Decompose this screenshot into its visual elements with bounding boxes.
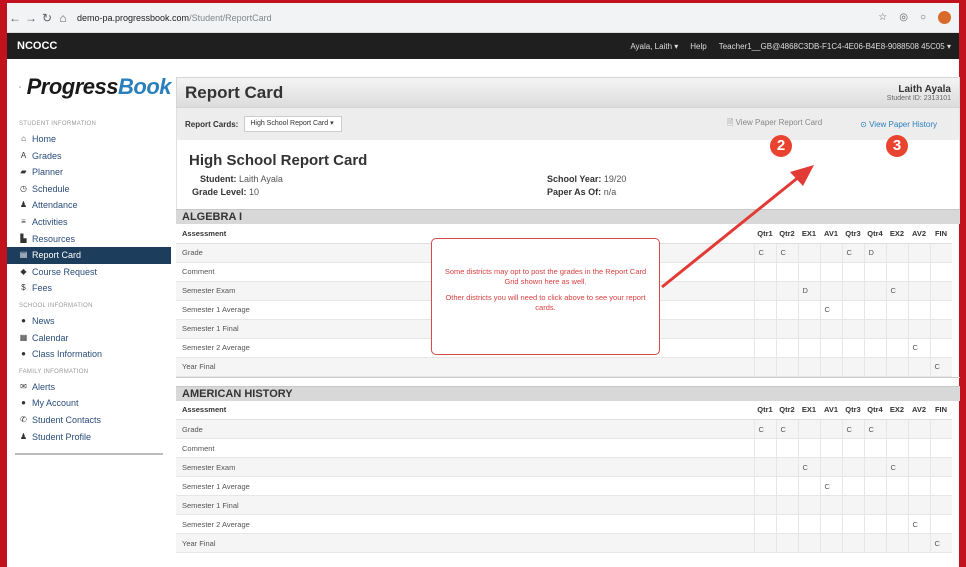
callout-text-1: Some districts may opt to post the grade… (444, 267, 647, 286)
callout-text-2: Other districts you will need to click a… (445, 293, 646, 312)
step-badge-3: 3 (886, 135, 908, 157)
annotation-callout: Some districts may opt to post the grade… (431, 238, 660, 355)
step-badge-2: 2 (770, 135, 792, 157)
arrow-line (661, 174, 801, 289)
